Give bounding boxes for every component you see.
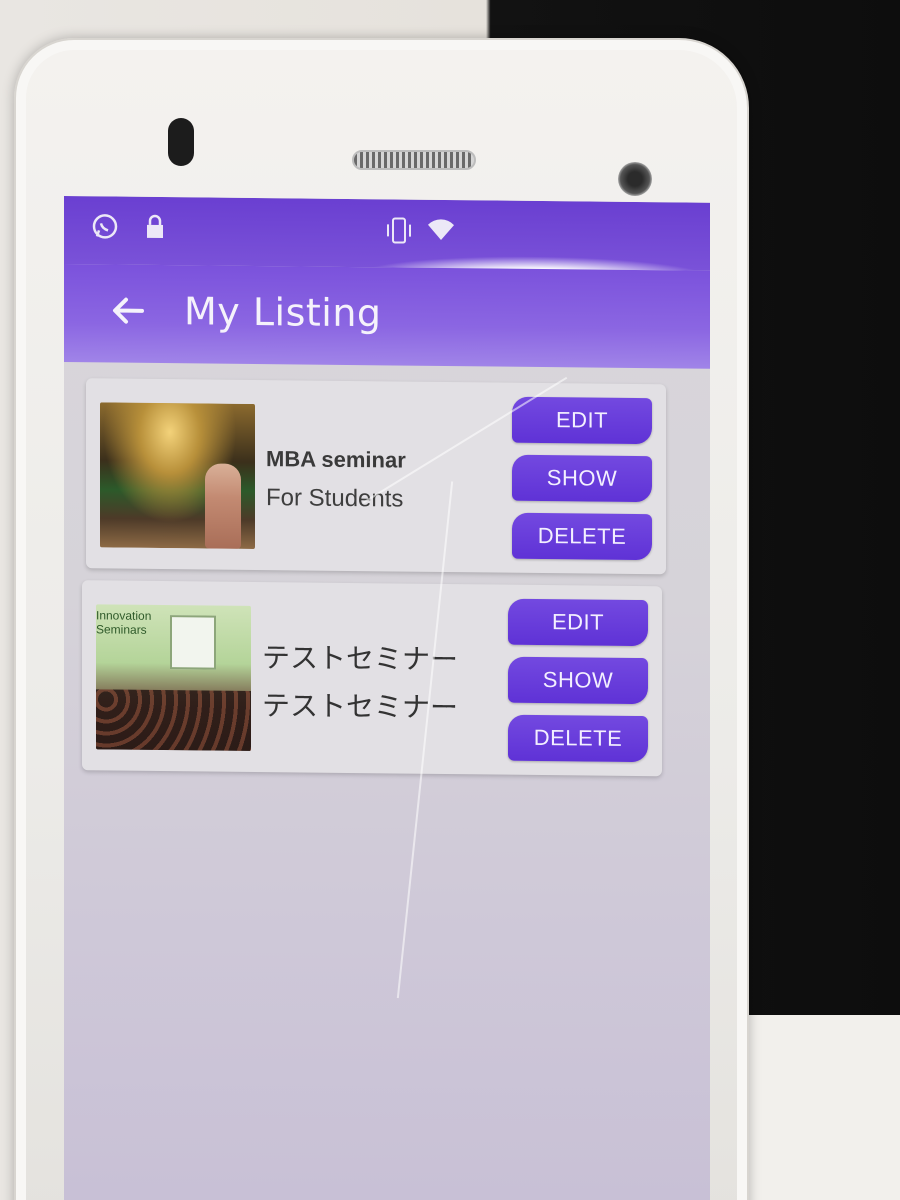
- listing-thumbnail: [100, 402, 255, 550]
- back-arrow-icon[interactable]: [106, 290, 150, 334]
- wifi-icon: [426, 216, 456, 246]
- earpiece-speaker: [352, 150, 476, 170]
- delete-button[interactable]: DELETE: [512, 512, 652, 561]
- listing-list: MBA seminar For Students EDIT SHOW DELET…: [82, 378, 692, 788]
- proximity-sensor: [168, 118, 194, 166]
- listing-subtitle: テストセミナー: [262, 689, 459, 725]
- listing-actions: EDIT SHOW DELETE: [508, 598, 650, 774]
- audience: [96, 689, 251, 751]
- speaker-figure: [205, 463, 241, 549]
- listing-text: テストセミナー テストセミナー: [262, 636, 512, 735]
- vibrate-icon: [384, 215, 414, 245]
- page-title: My Listing: [184, 289, 382, 336]
- listing-thumbnail: Innovation Seminars: [96, 604, 251, 751]
- edit-button[interactable]: EDIT: [508, 598, 648, 647]
- listing-card[interactable]: Innovation Seminars テストセミナー テストセミナー EDIT…: [82, 580, 662, 777]
- lock-icon: [140, 213, 170, 243]
- thumbnail-banner: Innovation Seminars: [96, 608, 152, 637]
- listing-title: テストセミナー: [262, 641, 459, 677]
- whatsapp-icon: [90, 212, 120, 242]
- edit-button[interactable]: EDIT: [512, 396, 652, 445]
- delete-button[interactable]: DELETE: [508, 714, 648, 763]
- phone-screen: My Listing MBA seminar For Students EDIT…: [64, 196, 710, 1200]
- app-bar: My Listing: [64, 264, 710, 369]
- listing-text: MBA seminar For Students: [266, 446, 516, 515]
- status-bar: [64, 196, 710, 299]
- listing-title: MBA seminar: [266, 446, 406, 473]
- show-button[interactable]: SHOW: [512, 454, 652, 503]
- show-button[interactable]: SHOW: [508, 656, 648, 705]
- listing-actions: EDIT SHOW DELETE: [512, 396, 654, 572]
- presentation-screen: [170, 615, 216, 670]
- front-camera: [618, 162, 652, 196]
- listing-card[interactable]: MBA seminar For Students EDIT SHOW DELET…: [86, 378, 666, 575]
- listing-subtitle: For Students: [266, 484, 404, 513]
